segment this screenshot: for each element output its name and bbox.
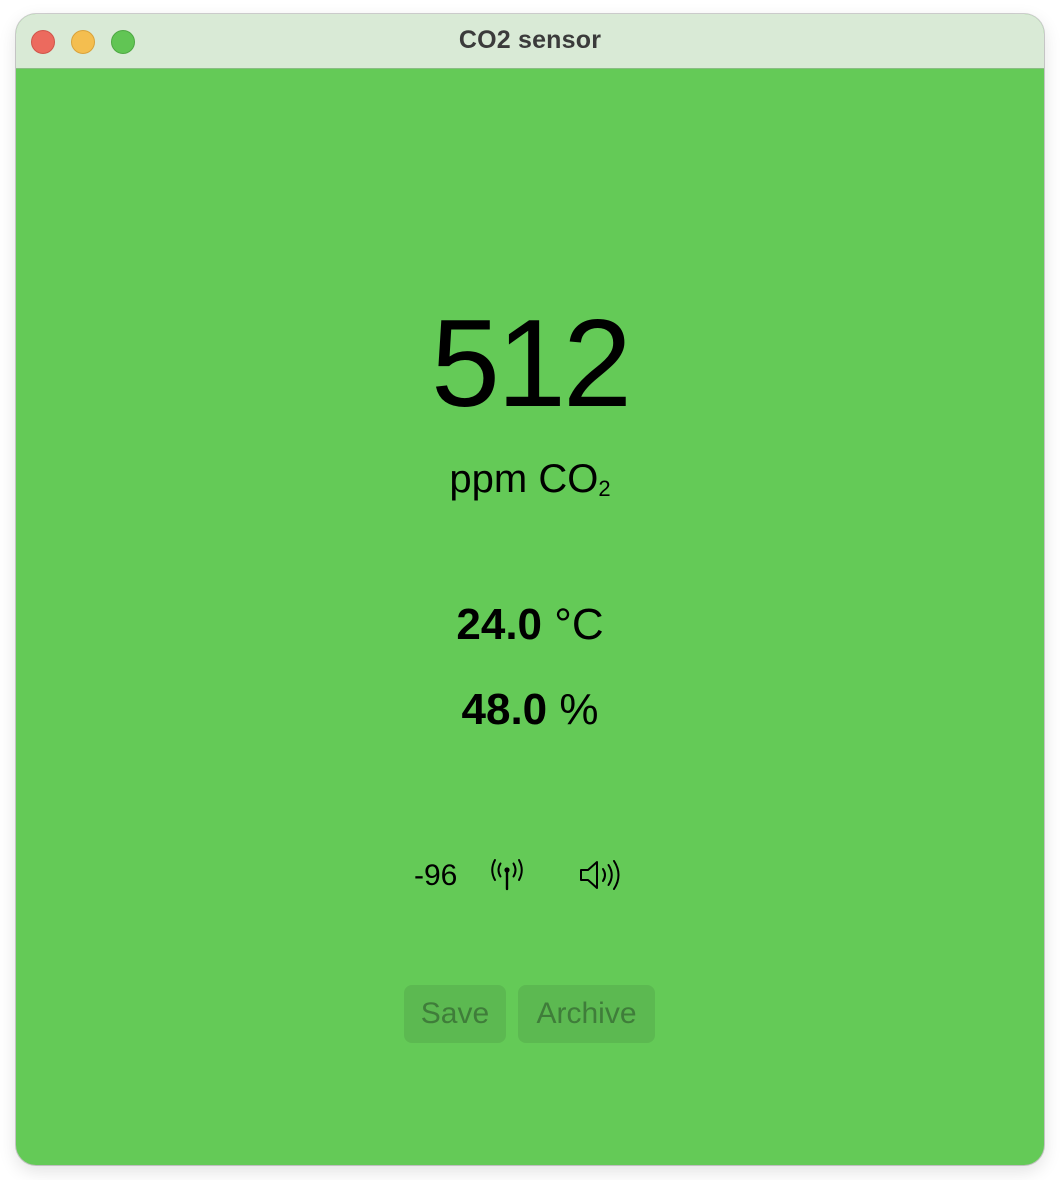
window-title: CO2 sensor — [458, 26, 602, 54]
antenna-signal-icon — [491, 859, 523, 891]
co2-unit-main: ppm CO — [449, 457, 599, 501]
speaker-wave-icon[interactable] — [578, 858, 624, 892]
title-bar[interactable]: CO2 sensor — [16, 14, 1044, 69]
save-button[interactable]: Save — [404, 985, 506, 1043]
co2-unit: ppm CO2 — [16, 456, 1044, 512]
app-window: CO2 sensor 512 ppm CO2 24.0 °C 48.0 % -9… — [16, 14, 1044, 1165]
co2-unit-subscript: 2 — [598, 476, 611, 501]
temperature-reading: 24.0 °C — [16, 600, 1044, 650]
humidity-reading: 48.0 % — [16, 685, 1044, 735]
main-content: 512 ppm CO2 24.0 °C 48.0 % -96 Save Arch… — [16, 70, 1044, 1165]
humidity-unit: % — [559, 685, 599, 734]
humidity-value: 48.0 — [461, 685, 548, 734]
rssi-value: -96 — [414, 859, 458, 892]
temperature-value: 24.0 — [456, 600, 543, 649]
status-row: -96 — [412, 852, 642, 900]
co2-value: 512 — [431, 295, 632, 433]
temperature-unit: °C — [554, 600, 604, 649]
archive-button[interactable]: Archive — [518, 985, 655, 1043]
